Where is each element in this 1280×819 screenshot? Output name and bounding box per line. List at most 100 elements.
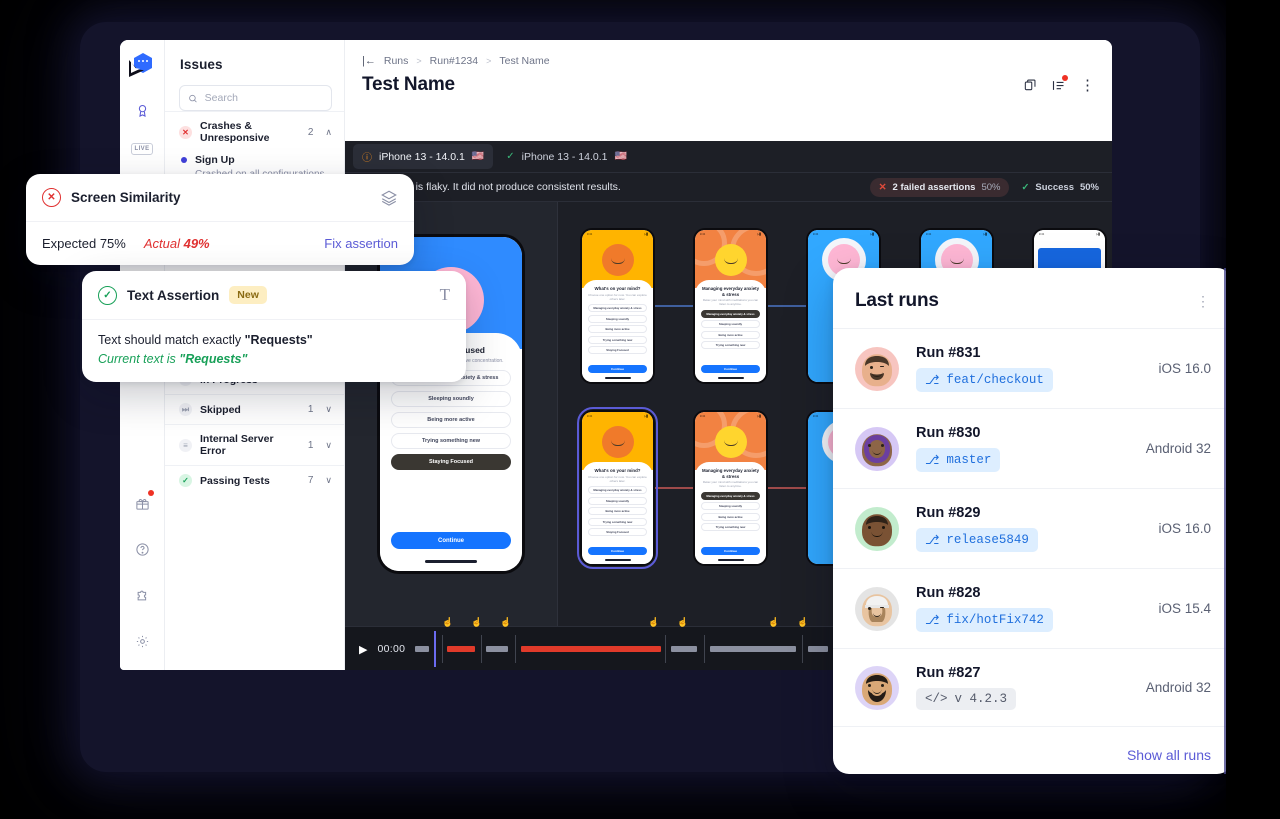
tab-device-1[interactable]: ⓘ iPhone 13 - 14.0.1 🇺🇸 xyxy=(353,144,494,169)
os-label: Android 32 xyxy=(1145,441,1211,456)
pill-label: Success xyxy=(1035,181,1074,193)
continue-button: Continue xyxy=(701,365,760,373)
text-icon[interactable]: T xyxy=(440,285,450,305)
search-field[interactable] xyxy=(179,85,332,111)
chevron-down-icon[interactable]: ∨ xyxy=(325,404,332,415)
mascot-icon xyxy=(601,244,634,276)
status-dot xyxy=(181,157,187,163)
panel-title: Last runs xyxy=(855,290,939,311)
fix-assertion-link[interactable]: Fix assertion xyxy=(324,236,398,251)
server-icon: ≡ xyxy=(179,438,192,452)
chevron-down-icon[interactable]: ∨ xyxy=(325,440,332,451)
option-item[interactable]: Trying something new xyxy=(391,432,511,449)
list-view-icon[interactable] xyxy=(1051,74,1068,93)
branch-name: feat/checkout xyxy=(946,373,1044,387)
puzzle-icon[interactable] xyxy=(127,580,157,610)
pass-icon: ✓ xyxy=(98,285,117,305)
option-item: Managing everyday anxiety & stress xyxy=(588,304,647,312)
app-logo[interactable] xyxy=(127,49,157,79)
more-options-icon[interactable]: ⋮ xyxy=(1196,293,1211,310)
option-item-selected[interactable]: Staying Focused xyxy=(391,453,511,470)
branch-badge[interactable]: ⎇ master xyxy=(916,448,1001,472)
branch-icon: ⎇ xyxy=(925,374,940,388)
branch-badge[interactable]: ⎇ fix/hotFix742 xyxy=(916,608,1053,632)
table-row[interactable]: Run #828 ⎇ fix/hotFix742 iOS 15.4 xyxy=(833,568,1233,648)
screen-subtitle: Relax your mind with meditations you can… xyxy=(702,480,759,489)
notification-dot xyxy=(1062,74,1068,81)
version-label: v 4.2.3 xyxy=(954,692,1008,706)
avatar-hair-beard xyxy=(866,674,888,702)
branch-badge[interactable]: ⎇ feat/checkout xyxy=(916,368,1053,392)
option-item: Managing everyday anxiety & stress xyxy=(588,486,647,494)
chevron-down-icon[interactable]: ∨ xyxy=(325,475,332,486)
sidebar-item-internal-server-error[interactable]: ≡ Internal Server Error 1 ∨ xyxy=(165,424,344,465)
thumbnail-screen[interactable]: 9:41 ▷█ What's on your mind? Choose one o… xyxy=(580,228,655,384)
help-icon[interactable] xyxy=(127,534,157,564)
option-item: Staying Focused xyxy=(588,528,647,536)
status-badge-success[interactable]: ✓ Success 50% xyxy=(1021,182,1099,193)
table-row[interactable]: Run #831 ⎇ feat/checkout iOS 16.0 xyxy=(833,328,1233,408)
option-item: Trying something new xyxy=(588,335,647,344)
more-options-icon[interactable]: ⋮ xyxy=(1080,76,1096,94)
option-item[interactable]: Sleeping soundly xyxy=(391,390,511,407)
sidebar-item-passing-tests[interactable]: ✓ Passing Tests 7 ∨ xyxy=(165,465,344,495)
thumbnail-screen-selected[interactable]: 9:41 ▷█ What's on your mind? Choose one o… xyxy=(577,407,658,569)
run-label: Run #831 xyxy=(916,345,981,361)
sidebar-item-crashes[interactable]: ✕ Crashes & Unresponsive 2 ∧ xyxy=(165,111,344,152)
play-button[interactable]: ▶ xyxy=(359,643,367,656)
thumbnail-screen[interactable]: 9:41 ▷█ Managing everyday anxiety & stres… xyxy=(693,410,768,566)
screen-subtitle: Choose one option for now. You can explo… xyxy=(588,292,647,301)
continue-button: Continue xyxy=(588,547,647,555)
duplicate-icon[interactable] xyxy=(1023,78,1037,92)
layers-icon[interactable] xyxy=(380,189,398,207)
last-runs-panel: Last runs ⋮ Run #831 ⎇ feat/checkout iOS… xyxy=(833,268,1233,774)
assertion-current: Current text is "Requests" xyxy=(98,352,248,366)
os-label: Android 32 xyxy=(1145,680,1211,695)
table-row[interactable]: Run #827 </> v 4.2.3 Android 32 xyxy=(833,648,1233,726)
timeline-playhead[interactable] xyxy=(434,631,437,667)
version-badge[interactable]: </> v 4.2.3 xyxy=(916,688,1017,710)
avatar-hair xyxy=(866,515,888,525)
run-label: Run #828 xyxy=(916,585,981,601)
home-indicator xyxy=(717,559,744,561)
search-input[interactable] xyxy=(204,92,323,104)
table-row[interactable]: Run #830 ⎇ master Android 32 xyxy=(833,408,1233,488)
continue-button[interactable]: Continue xyxy=(391,532,511,549)
screen-subtitle: Choose one option for now. You can explo… xyxy=(588,474,647,483)
issue-label: Skipped xyxy=(200,403,241,416)
pill-label: 2 failed assertions xyxy=(892,181,976,193)
option-item: Sleeping soundly xyxy=(588,314,647,323)
gift-icon[interactable] xyxy=(127,488,157,518)
option-item[interactable]: Being more active xyxy=(391,411,511,428)
avatar-hijab xyxy=(864,434,890,463)
branch-badge[interactable]: ⎇ release5849 xyxy=(916,528,1038,552)
option-item: Sleeping soundly xyxy=(701,502,760,511)
issue-count: 7 xyxy=(307,475,314,486)
pill-percent: 50% xyxy=(981,181,1001,193)
breadcrumb: |← Runs > Run#1234 > Test Name xyxy=(345,40,1112,67)
live-icon[interactable]: LIVE xyxy=(130,143,154,155)
flow-connector xyxy=(655,487,693,489)
tab-device-2[interactable]: ✓ iPhone 13 - 14.0.1 🇺🇸 xyxy=(497,146,636,168)
fail-icon: ✕ xyxy=(878,181,887,193)
viewport-right-clip xyxy=(1226,0,1280,819)
fail-icon: ✕ xyxy=(42,188,61,207)
breadcrumb-runs[interactable]: Runs xyxy=(384,55,409,67)
card-title: Text Assertion xyxy=(127,287,220,303)
mascot-icon xyxy=(714,426,747,458)
back-icon[interactable]: |← xyxy=(362,55,376,67)
badge-icon[interactable] xyxy=(127,95,157,125)
show-all-runs-link[interactable]: Show all runs xyxy=(1127,747,1211,763)
card-body: Expected 75% Actual 49% Fix assertion xyxy=(26,222,414,265)
settings-icon[interactable] xyxy=(127,626,157,656)
table-row[interactable]: Run #829 ⎇ release5849 iOS 16.0 xyxy=(833,488,1233,568)
status-badge-failed[interactable]: ✕ 2 failed assertions 50% xyxy=(869,177,1010,197)
thumbnail-screen[interactable]: 9:41 ▷█ Managing everyday anxiety & stres… xyxy=(693,228,768,384)
panel-footer: Show all runs xyxy=(833,726,1233,774)
home-indicator xyxy=(604,377,631,379)
sidebar-item-skipped[interactable]: ⏭ Skipped 1 ∨ xyxy=(165,394,344,424)
breadcrumb-run-id[interactable]: Run#1234 xyxy=(430,55,478,67)
card-header: ✕ Screen Similarity xyxy=(26,174,414,222)
run-label: Run #827 xyxy=(916,665,981,681)
chevron-up-icon[interactable]: ∧ xyxy=(325,127,332,138)
